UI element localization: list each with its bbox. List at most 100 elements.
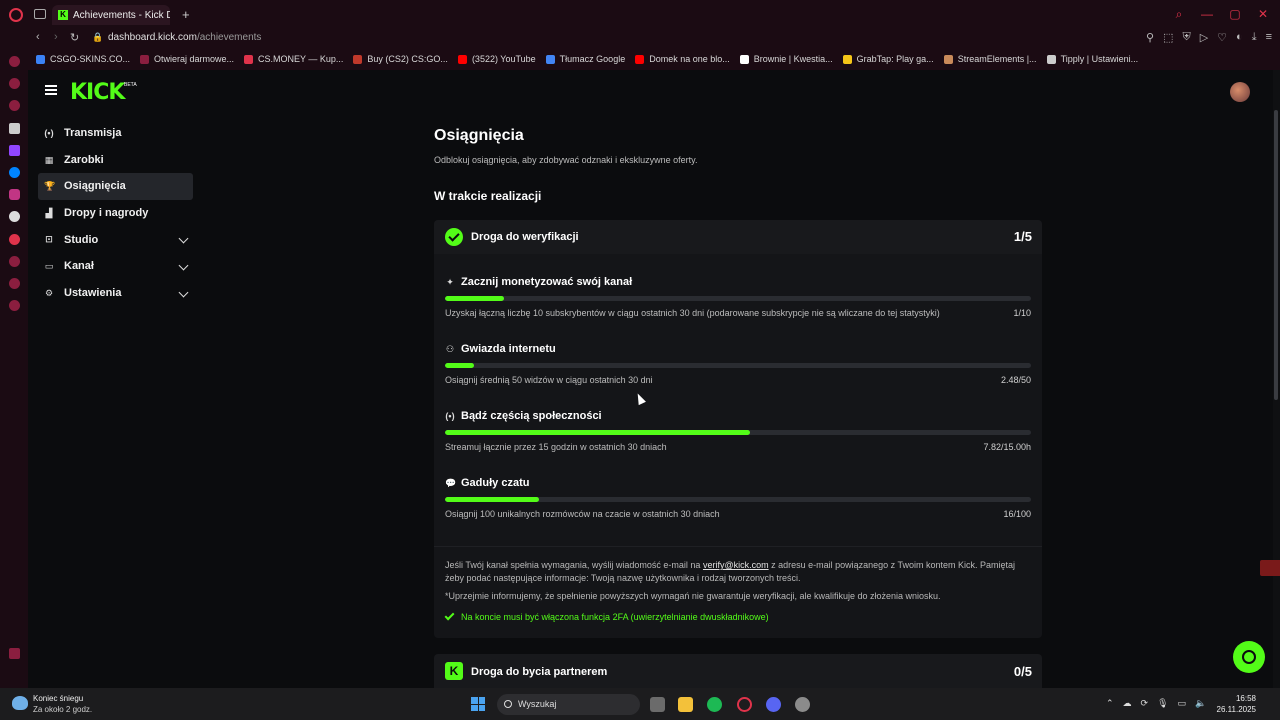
weather-subtitle[interactable]: Za około 2 godz.	[33, 705, 92, 714]
bookmark-item[interactable]: Domek na one blo...	[635, 54, 730, 64]
reload-icon[interactable]: ↻	[70, 31, 79, 44]
profile-icon[interactable]: ◐	[1236, 31, 1243, 44]
task-title-label: Gaduły czatu	[461, 477, 530, 489]
bookmark-item[interactable]: Otwieraj darmowe...	[140, 54, 234, 64]
bookmark-item[interactable]: Brownie | Kwestia...	[739, 54, 833, 64]
bookmark-item[interactable]: Buy (CS2) CS:GO...	[353, 54, 448, 64]
hamburger-menu-icon[interactable]	[45, 85, 57, 95]
page-subtitle: Odblokuj osiągnięcia, aby zdobywać odzna…	[434, 155, 698, 165]
display-icon[interactable]: ▭	[1178, 698, 1187, 709]
download-icon[interactable]: ⤓	[1252, 31, 1257, 44]
clock-date[interactable]: 26.11.2025	[1217, 705, 1256, 714]
user-avatar[interactable]	[1230, 82, 1250, 102]
tab-switcher-icon[interactable]	[34, 9, 46, 19]
task-icon: (•)	[445, 411, 455, 421]
chevron-down-icon[interactable]	[178, 233, 189, 244]
instagram-icon[interactable]	[9, 189, 20, 200]
bookmark-item[interactable]: GrabTap: Play ga...	[842, 54, 934, 64]
heart-icon[interactable]: ♡	[1217, 31, 1227, 44]
shield-icon[interactable]: ⛨	[1182, 31, 1190, 44]
settings-icon[interactable]	[9, 300, 20, 311]
history-icon[interactable]	[9, 256, 20, 267]
taskbar-search[interactable]: Wyszukaj	[497, 694, 640, 715]
chevron-down-icon[interactable]	[178, 260, 189, 271]
verification-card-header[interactable]: Droga do weryfikacji 1/5	[434, 220, 1042, 254]
opera-logo-icon[interactable]	[9, 8, 23, 22]
task-title: ✦ Zacznij monetyzować swój kanał	[445, 276, 632, 288]
sidebar-item-label: Osiągnięcia	[64, 180, 126, 193]
support-chat-icon[interactable]	[1233, 641, 1265, 673]
search-tabs-icon[interactable]: ⌕	[1172, 7, 1186, 21]
bookmark-item[interactable]: Tipply | Ustawieni...	[1046, 54, 1138, 64]
spotify-icon[interactable]	[707, 697, 722, 712]
weather-title[interactable]: Koniec śniegu	[33, 694, 83, 703]
sidebar-item-dropy-i-nagrody[interactable]: ▟ Dropy i nagrody	[38, 200, 193, 227]
bookmark-label: Brownie | Kwestia...	[753, 54, 833, 64]
sidebar-app-icon[interactable]	[9, 123, 20, 134]
twitch-icon[interactable]	[9, 145, 20, 156]
partner-title: Droga do bycia partnerem	[471, 666, 608, 678]
close-window-icon[interactable]: ✕	[1256, 7, 1270, 21]
sidebar-item-icon: ⊡	[45, 234, 53, 245]
sidebar-item-icon: (•)	[44, 128, 54, 138]
play-icon[interactable]: ▷	[1200, 31, 1208, 44]
messenger-icon[interactable]	[9, 167, 20, 178]
bookmark-item[interactable]: CSGO-SKINS.CO...	[36, 54, 130, 64]
task-title: (•) Bądź częścią społeczności	[445, 410, 601, 422]
sidebar-item-icon: ⚙	[44, 287, 54, 298]
sidebar-app-icon[interactable]	[9, 100, 20, 111]
sidebar-item-studio[interactable]: ⊡ Studio	[38, 226, 193, 253]
back-icon[interactable]: ‹	[36, 31, 40, 43]
sidebar-item-label: Studio	[64, 233, 99, 246]
sidebar-item-osiągnięcia[interactable]: 🏆 Osiągnięcia	[38, 173, 193, 200]
url-field[interactable]: dashboard.kick.com/achievements	[108, 32, 261, 43]
sidebar-item-label: Zarobki	[64, 153, 104, 166]
sidebar-item-ustawienia[interactable]: ⚙ Ustawienia	[38, 280, 193, 307]
browser-tab[interactable]: K Achievements - Kick Dash	[52, 5, 170, 25]
microphone-icon[interactable]: 🎙	[1157, 698, 1168, 709]
app-icon[interactable]	[795, 697, 810, 712]
music-icon[interactable]	[9, 234, 20, 245]
pin-icon[interactable]: ⚲	[1146, 31, 1154, 44]
discord-icon[interactable]	[766, 697, 781, 712]
bookmark-item[interactable]: (3522) YouTube	[457, 54, 536, 64]
new-tab-icon[interactable]: +	[182, 7, 190, 22]
minimize-icon[interactable]: —	[1200, 7, 1214, 21]
clock-time[interactable]: 16:58	[1236, 694, 1256, 703]
bookmark-item[interactable]: Tłumacz Google	[545, 54, 625, 64]
menu-icon[interactable]: ≡	[1266, 31, 1272, 44]
sidebar-item-kanał[interactable]: ▭ Kanał	[38, 253, 193, 280]
bookmark-label: Buy (CS2) CS:GO...	[367, 54, 448, 64]
file-explorer-icon[interactable]	[678, 697, 693, 712]
tiktok-icon[interactable]	[9, 211, 20, 222]
feedback-flag-icon[interactable]	[1260, 560, 1280, 576]
sidebar-app-icon[interactable]	[9, 78, 20, 89]
task-view-icon[interactable]	[650, 697, 665, 712]
kick-favicon-icon: K	[58, 10, 68, 20]
maximize-icon[interactable]: ▢	[1228, 7, 1242, 21]
snapshot-icon[interactable]: ⬚	[1163, 31, 1173, 44]
tray-app-icon[interactable]: ☁	[1123, 698, 1132, 709]
bookmark-label: CSGO-SKINS.CO...	[50, 54, 131, 64]
partner-card[interactable]: K Droga do bycia partnerem 0/5	[434, 654, 1042, 688]
sidebar-item-zarobki[interactable]: ▦ Zarobki	[38, 147, 193, 174]
network-icon[interactable]: ⟳	[1141, 698, 1149, 709]
scrollbar-thumb[interactable]	[1274, 110, 1278, 400]
bookmark-favicon-icon	[353, 54, 363, 64]
bookmark-item[interactable]: CS.MONEY — Kup...	[244, 54, 343, 64]
sidebar-app-icon[interactable]	[9, 56, 20, 67]
weather-icon[interactable]	[12, 696, 28, 710]
sidebar-item-transmisja[interactable]: (•) Transmisja	[38, 120, 193, 147]
bookmark-item[interactable]: StreamElements |...	[943, 54, 1037, 64]
forward-icon[interactable]: ›	[54, 31, 58, 43]
opera-gx-icon[interactable]	[737, 697, 752, 712]
browser-toolbar: ⚲ ⬚ ⛨ ▷ ♡ ◐ ⤓ ≡	[1146, 31, 1272, 44]
verify-email-link[interactable]: verify@kick.com	[703, 560, 769, 570]
kick-logo[interactable]: KICK	[70, 80, 125, 105]
gx-icon[interactable]	[9, 648, 20, 659]
sidebar-app-icon[interactable]	[9, 278, 20, 289]
start-button[interactable]	[471, 697, 485, 711]
chevron-down-icon[interactable]	[178, 287, 189, 298]
tray-expand-icon[interactable]: ⌃	[1106, 698, 1114, 709]
volume-icon[interactable]: 🔈	[1195, 698, 1206, 709]
